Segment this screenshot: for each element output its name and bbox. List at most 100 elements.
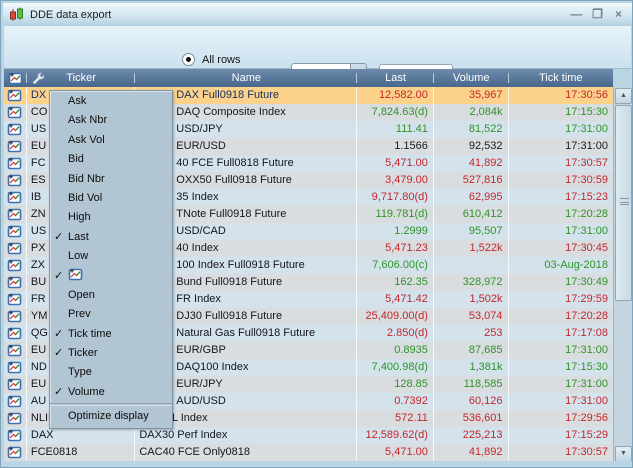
cell-volume: 527,816 <box>434 172 509 189</box>
menu-item-label: Bid Vol <box>68 192 102 204</box>
chart-quote-icon <box>7 191 22 204</box>
cell-name: CAC40 FCE Only0818 <box>135 444 357 461</box>
scroll-down-icon[interactable]: ▼ <box>615 446 632 462</box>
chart-quote-icon-cell[interactable] <box>4 427 27 444</box>
radio-all-rows-circle[interactable] <box>182 53 195 66</box>
chart-quote-icon-cell[interactable] <box>4 138 27 155</box>
vertical-scrollbar[interactable]: ▲ ▼ <box>613 87 632 463</box>
chart-quote-icon-cell[interactable] <box>4 308 27 325</box>
chart-quote-icon-cell[interactable] <box>4 274 27 291</box>
chart-quote-icon <box>7 157 22 170</box>
cell-tick-time: 17:30:59 <box>509 172 613 189</box>
chart-quote-icon-cell[interactable] <box>4 291 27 308</box>
column-header-ticker[interactable]: Ticker <box>27 69 135 87</box>
menu-item-label: Type <box>68 366 92 378</box>
menu-item-ask-vol[interactable]: Ask Vol <box>50 131 172 150</box>
chart-quote-icon-cell[interactable] <box>4 444 27 461</box>
minimize-icon[interactable]: — <box>569 7 584 22</box>
menu-item-open[interactable]: Open <box>50 286 172 305</box>
chart-quote-icon-cell[interactable] <box>4 223 27 240</box>
menu-item-label: Volume <box>68 386 105 398</box>
chart-quote-icon-cell[interactable] <box>4 376 27 393</box>
column-header-name[interactable]: Name <box>135 69 357 87</box>
chart-quote-icon-cell[interactable] <box>4 104 27 121</box>
menu-item-label: Ticker <box>68 347 98 359</box>
menu-item-tick-time[interactable]: ✓Tick time <box>50 325 172 344</box>
menu-item-bid[interactable]: Bid <box>50 150 172 169</box>
column-header-volume-label: Volume <box>453 72 490 84</box>
chart-quote-icon-cell[interactable] <box>4 410 27 427</box>
menu-item-type[interactable]: Type <box>50 363 172 382</box>
export-toolbar: All rows Selected rows LibreOffice ▼ Cop… <box>4 26 631 69</box>
chart-quote-icon-cell[interactable] <box>4 393 27 410</box>
chart-quote-icon-cell[interactable] <box>4 87 27 104</box>
chart-quote-icon <box>7 140 22 153</box>
chart-quote-icon-cell[interactable] <box>4 342 27 359</box>
table-row[interactable]: FCE0818CAC40 FCE Only08185,471.0041,8921… <box>4 444 613 461</box>
cell-tick-time: 17:30:49 <box>509 274 613 291</box>
close-icon[interactable]: × <box>611 7 626 22</box>
cell-volume: 328,972 <box>434 274 509 291</box>
menu-item-bid-vol[interactable]: Bid Vol <box>50 189 172 208</box>
menu-item-last[interactable]: ✓Last <box>50 228 172 247</box>
chart-quote-icon <box>7 446 22 459</box>
menu-item-high[interactable]: High <box>50 208 172 227</box>
wrench-icon[interactable] <box>31 71 44 84</box>
cell-name: DAX30 Perf Index <box>135 427 357 444</box>
chart-quote-icon-cell[interactable] <box>4 172 27 189</box>
menu-item-ask[interactable]: Ask <box>50 92 172 111</box>
menu-item-optimize-display[interactable]: Optimize display <box>50 407 172 426</box>
menu-item-volume[interactable]: ✓Volume <box>50 383 172 402</box>
table-header: Ticker Name Last Volume Tick time <box>4 69 613 87</box>
chart-quote-icon <box>7 259 22 272</box>
column-header-name-label: Name <box>232 72 261 84</box>
scroll-up-icon[interactable]: ▲ <box>615 88 632 104</box>
chart-quote-icon-cell[interactable] <box>4 155 27 172</box>
column-header-ticker-label: Ticker <box>66 72 96 84</box>
menu-item-prev[interactable]: Prev <box>50 305 172 324</box>
menu-item-bid-nbr[interactable]: Bid Nbr <box>50 170 172 189</box>
chart-quote-icon-cell[interactable] <box>4 240 27 257</box>
chart-quote-icon <box>7 225 22 238</box>
maximize-icon[interactable]: ❐ <box>590 7 605 22</box>
menu-item-label: Bid <box>68 153 84 165</box>
menu-item-chart-quote[interactable]: ✓ <box>50 267 172 286</box>
cell-volume: 95,507 <box>434 223 509 240</box>
chart-quote-icon-cell[interactable] <box>4 121 27 138</box>
menu-item-label: Low <box>68 250 88 262</box>
menu-item-ticker[interactable]: ✓Ticker <box>50 344 172 363</box>
chart-quote-icon-cell[interactable] <box>4 189 27 206</box>
menu-item-ask-nbr[interactable]: Ask Nbr <box>50 111 172 130</box>
checkmark-icon: ✓ <box>54 228 63 247</box>
candlestick-app-icon <box>9 7 25 22</box>
menu-item-low[interactable]: Low <box>50 247 172 266</box>
column-header-last-label: Last <box>385 72 406 84</box>
cell-last: 0.7392 <box>357 393 434 410</box>
column-header-volume[interactable]: Volume <box>434 69 509 87</box>
cell-tick-time: 17:31:00 <box>509 223 613 240</box>
table-row[interactable]: DAXDAX30 Perf Index12,589.62(d)225,21317… <box>4 427 613 444</box>
cell-last: 12,582.00 <box>357 87 434 104</box>
cell-tick-time: 17:20:28 <box>509 206 613 223</box>
window-title: DDE data export <box>30 9 111 21</box>
chart-quote-icon-cell[interactable] <box>4 325 27 342</box>
cell-last: 5,471.42 <box>357 291 434 308</box>
chart-quote-icon-cell[interactable] <box>4 359 27 376</box>
radio-all-rows[interactable]: All rows <box>182 53 241 66</box>
cell-last: 111.41 <box>357 121 434 138</box>
scrollbar-thumb[interactable] <box>615 105 632 301</box>
chart-quote-icon-cell[interactable] <box>4 257 27 274</box>
column-header-tick-time[interactable]: Tick time <box>509 69 613 87</box>
cell-volume: 253 <box>434 325 509 342</box>
chart-quote-icon <box>7 293 22 306</box>
chart-quote-icon-cell[interactable] <box>4 206 27 223</box>
chart-quote-icon <box>7 378 22 391</box>
menu-item-label: Optimize display <box>68 410 149 422</box>
column-header-last[interactable]: Last <box>357 69 434 87</box>
cell-last: 7,824.63(d) <box>357 104 434 121</box>
cell-tick-time: 17:15:30 <box>509 104 613 121</box>
cell-last: 5,471.23 <box>357 240 434 257</box>
scrollbar-grip <box>620 198 629 205</box>
cell-tick-time: 17:31:00 <box>509 342 613 359</box>
checkmark-icon: ✓ <box>54 325 63 344</box>
